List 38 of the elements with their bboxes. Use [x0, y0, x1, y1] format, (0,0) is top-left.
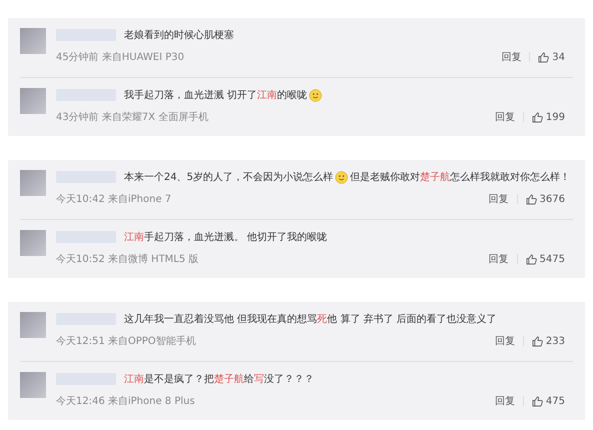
avatar-placeholder: [20, 28, 46, 54]
reply-link[interactable]: 回复: [494, 334, 515, 348]
like-button[interactable]: 3676: [526, 194, 565, 204]
like-button[interactable]: 5475: [526, 254, 565, 264]
like-button[interactable]: 34: [538, 52, 565, 62]
avatar-placeholder: [20, 170, 46, 196]
comment-text: 我手起刀落，血光迸溅 切开了江南的喉咙: [124, 88, 324, 102]
like-button[interactable]: 199: [532, 112, 565, 122]
reply-link[interactable]: 回复: [488, 192, 509, 206]
smiley-icon: [309, 88, 322, 102]
comment-meta: 45分钟前 来自HUAWEI P30: [56, 50, 184, 64]
avatar-placeholder: [20, 88, 46, 114]
comment-text: 这几年我一直忍着没骂他 但我现在真的想骂死他 算了 弃书了 后面的看了也没意义了: [124, 312, 497, 326]
avatar-placeholder: [20, 230, 46, 256]
smiley-icon: [335, 170, 348, 184]
comment-meta: 43分钟前 来自荣耀7X 全面屏手机: [56, 110, 208, 124]
avatar-placeholder: [20, 312, 46, 338]
thumbs-up-icon: [532, 396, 543, 406]
comment-meta: 今天10:42 来自iPhone 7: [56, 192, 172, 206]
comment-meta: 今天12:51 来自OPPO智能手机: [56, 334, 196, 348]
thumbs-up-icon: [526, 254, 537, 264]
thumbs-up-icon: [526, 194, 537, 204]
reply-link[interactable]: 回复: [494, 394, 515, 408]
thumbs-up-icon: [532, 112, 543, 122]
comment-meta: 今天12:46 来自iPhone 8 Plus: [56, 394, 195, 408]
avatar-placeholder: [20, 372, 46, 398]
like-button[interactable]: 233: [532, 336, 565, 346]
reply-link[interactable]: 回复: [494, 110, 515, 124]
thumbs-up-icon: [538, 52, 550, 62]
comment-text: 江南手起刀落，血光迸溅。 他切开了我的喉咙: [124, 230, 328, 244]
reply-link[interactable]: 回复: [501, 50, 522, 64]
like-button[interactable]: 475: [532, 396, 565, 406]
comment-meta: 今天10:52 来自微博 HTML5 版: [56, 252, 199, 266]
thumbs-up-icon: [532, 336, 543, 346]
comment-text: 江南是不是疯了？把楚子航给写没了？？？: [124, 372, 314, 386]
comment-text: 老娘看到的时候心肌梗塞: [124, 28, 234, 42]
reply-link[interactable]: 回复: [488, 252, 509, 266]
comment-text: 本来一个24、5岁的人了，不会因为小说怎么样 但是老贼你敢对楚子航怎么样我就敢对你怎么样！: [124, 170, 570, 184]
